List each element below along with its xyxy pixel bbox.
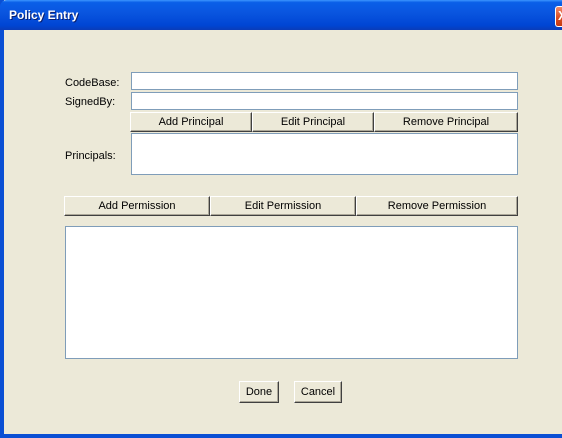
add-permission-button[interactable]: Add Permission — [64, 196, 210, 216]
close-button[interactable]: X — [555, 6, 562, 27]
edit-permission-button[interactable]: Edit Permission — [210, 196, 356, 216]
edit-principal-button[interactable]: Edit Principal — [252, 112, 374, 132]
permissions-list[interactable] — [65, 226, 518, 359]
signedby-label: SignedBy: — [65, 96, 116, 108]
policy-entry-window: Policy Entry X — [0, 0, 562, 438]
remove-principal-button[interactable]: Remove Principal — [374, 112, 518, 132]
signedby-input[interactable] — [131, 92, 518, 110]
title-bar[interactable]: Policy Entry X — [0, 0, 562, 30]
principal-button-row: Add Principal Edit Principal Remove Prin… — [130, 112, 518, 132]
cancel-button[interactable]: Cancel — [294, 381, 342, 403]
permission-button-row: Add Permission Edit Permission Remove Pe… — [64, 196, 518, 216]
add-principal-button[interactable]: Add Principal — [130, 112, 252, 132]
close-icon: X — [558, 9, 562, 23]
remove-permission-button[interactable]: Remove Permission — [356, 196, 518, 216]
codebase-label: CodeBase: — [65, 77, 120, 89]
window-title: Policy Entry — [9, 8, 79, 22]
principals-list[interactable] — [131, 133, 518, 175]
codebase-input[interactable] — [131, 72, 518, 90]
done-button[interactable]: Done — [239, 381, 279, 403]
principals-label: Principals: — [65, 150, 116, 162]
